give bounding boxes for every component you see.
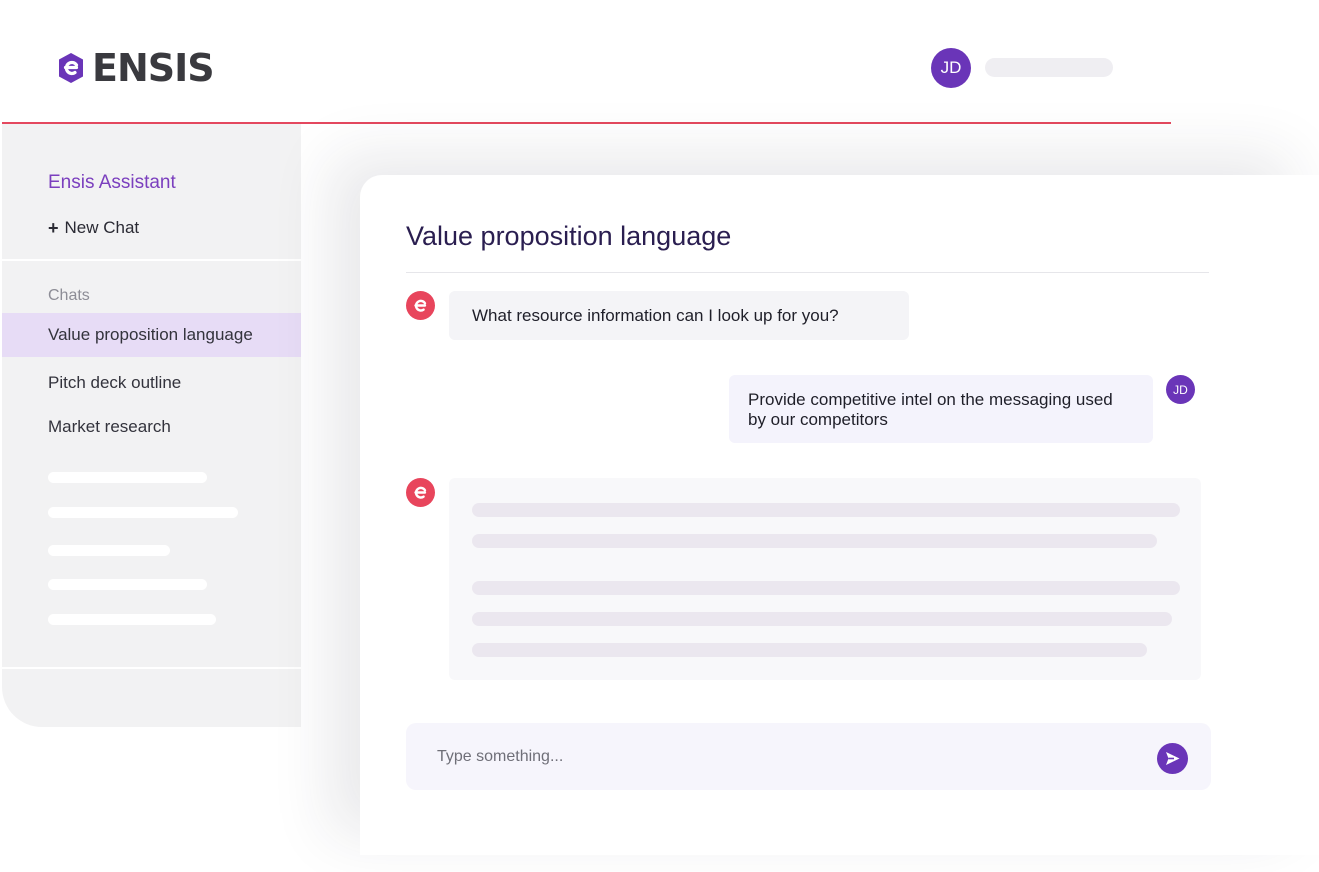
new-chat-button[interactable]: + New Chat [48,218,139,238]
chat-panel: Value proposition language What resource… [360,175,1319,855]
assistant-avatar-icon [406,478,435,507]
sidebar-item-label: Value proposition language [48,325,253,344]
loading-line [472,612,1172,626]
new-chat-label: New Chat [64,218,140,237]
message-text: What resource information can I look up … [472,305,839,325]
sidebar-divider [2,667,301,669]
chat-placeholder [48,614,216,625]
loading-line [472,581,1180,595]
message-input[interactable] [437,745,1117,769]
chats-section-label: Chats [48,287,90,304]
chat-placeholder [48,545,170,556]
send-icon [1166,752,1180,765]
logo-wordmark: ENSIS [92,46,215,90]
ensis-logo[interactable]: ENSIS [58,46,215,90]
chat-placeholder [48,579,207,590]
sidebar-item-value-proposition-language[interactable]: Value proposition language [2,313,301,357]
user-name-placeholder [985,58,1113,77]
sidebar: Ensis Assistant + New Chat Chats Value p… [2,124,301,727]
user-message: Provide competitive intel on the messagi… [729,375,1153,443]
plus-icon: + [48,218,59,238]
ensis-logo-icon [59,53,83,83]
sidebar-item-label: Pitch deck outline [48,373,182,392]
user-message-avatar: JD [1166,375,1195,404]
chat-title-divider [406,272,1209,273]
loading-line [472,643,1147,657]
loading-line [472,534,1157,548]
sidebar-divider [2,259,301,261]
sidebar-item-label: Market research [48,417,171,436]
assistant-avatar-icon [406,291,435,320]
message-text: Provide competitive intel on the messagi… [748,390,1113,429]
chat-title: Value proposition language [406,221,732,251]
assistant-loading-message [449,478,1201,680]
loading-line [472,503,1180,517]
sidebar-item-pitch-deck-outline[interactable]: Pitch deck outline [2,361,301,405]
chat-placeholder [48,507,238,518]
send-button[interactable] [1157,743,1188,774]
message-input-container [406,723,1211,790]
sidebar-item-market-research[interactable]: Market research [2,405,301,449]
sidebar-title[interactable]: Ensis Assistant [48,172,176,194]
user-avatar[interactable]: JD [931,48,971,88]
assistant-message: What resource information can I look up … [449,291,909,340]
chat-placeholder [48,472,207,483]
